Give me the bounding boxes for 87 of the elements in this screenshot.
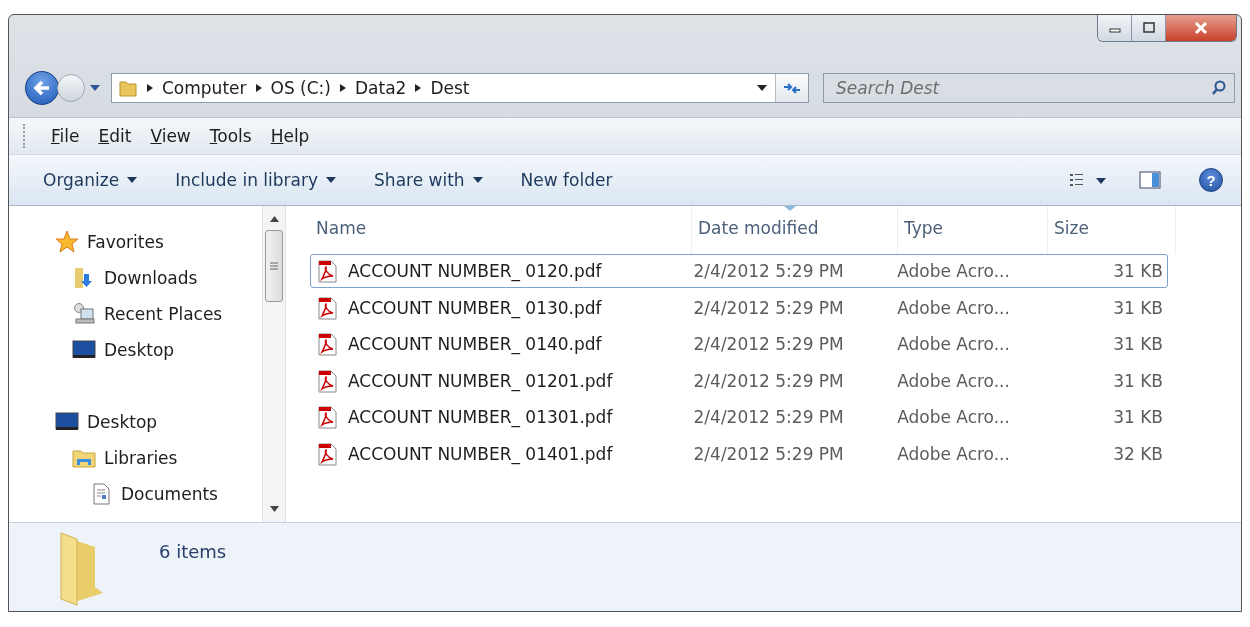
toolbar-button[interactable]: Organize <box>43 166 138 194</box>
file-row[interactable]: ACCOUNT NUMBER_ 0140.pdf 2/4/2012 5:29 PM Adobe Acro... 31 KB <box>310 327 1168 361</box>
breadcrumb[interactable]: OS (C:) <box>270 78 331 98</box>
column-header[interactable]: Date modified <box>692 206 898 254</box>
dropdown-caret-icon[interactable] <box>757 85 767 91</box>
navigation-item[interactable]: Favorites <box>87 232 164 252</box>
size-cell-text: 31 KB <box>1112 334 1164 354</box>
navigation-item[interactable]: Desktop <box>104 340 175 360</box>
type-cell-text: Adobe Acro... <box>896 261 1011 281</box>
maximize-button[interactable] <box>1132 15 1166 41</box>
back-button[interactable] <box>25 71 59 105</box>
refresh-icon[interactable] <box>775 74 808 102</box>
type-cell-text: Adobe Acro... <box>896 370 1011 391</box>
file-name: ACCOUNT NUMBER_ 0140.pdf <box>348 334 602 354</box>
menu-item[interactable]: File <box>51 126 80 146</box>
pdf-file-icon <box>316 259 338 283</box>
file-name: ACCOUNT NUMBER_ 01201.pdf <box>348 370 613 391</box>
recent-pages-caret-icon[interactable] <box>89 84 101 92</box>
type-cell-text: Adobe Acro... <box>896 297 1011 318</box>
breadcrumb-arrow-icon[interactable] <box>254 83 263 93</box>
scroll-down-arrow-icon[interactable] <box>269 506 279 512</box>
type-cell-text: Adobe Acro... <box>896 334 1011 354</box>
scrollbar[interactable] <box>262 206 285 522</box>
breadcrumb-arrow-icon[interactable] <box>414 83 423 93</box>
date-cell-text: 2/4/2012 5:29 PM <box>692 443 845 464</box>
navigation-item[interactable]: Documents <box>121 484 218 504</box>
pdf-file-icon <box>316 368 338 393</box>
menu-item[interactable]: Help <box>270 126 310 146</box>
search-icon[interactable] <box>1211 80 1227 96</box>
menu-item[interactable]: Tools <box>209 126 252 146</box>
help-button[interactable]: ? <box>1199 168 1223 192</box>
navigation-item[interactable]: Recent Places <box>104 304 223 324</box>
pdf-file-icon <box>316 441 338 466</box>
close-icon <box>1193 21 1209 35</box>
folder-icon <box>118 78 138 98</box>
size-cell-text: 31 KB <box>1112 297 1164 318</box>
file-row[interactable]: ACCOUNT NUMBER_ 01301.pdf 2/4/2012 5:29 PM Adobe Acro... 31 KB <box>310 400 1168 434</box>
file-row[interactable]: ACCOUNT NUMBER_ 01401.pdf 2/4/2012 5:29 PM Adobe Acro... 32 KB <box>310 436 1168 471</box>
pdf-file-icon <box>316 332 338 356</box>
address-bar[interactable]: Computer OS (C:) Data2 Dest <box>111 73 809 103</box>
file-name: ACCOUNT NUMBER_ 0120.pdf <box>348 261 602 281</box>
size-cell-text: 31 KB <box>1112 370 1164 391</box>
toolbar-button[interactable]: New folder <box>520 166 613 194</box>
breadcrumb-arrow-icon[interactable] <box>338 83 347 93</box>
preview-pane-icon[interactable] <box>1139 171 1161 189</box>
column-header[interactable]: Name <box>310 206 692 254</box>
type-cell-text: Adobe Acro... <box>896 443 1011 464</box>
pdf-file-icon <box>316 295 338 320</box>
column-header[interactable]: Size <box>1048 206 1176 254</box>
navigation-item[interactable]: Libraries <box>104 448 178 468</box>
date-cell-text: 2/4/2012 5:29 PM <box>692 370 845 391</box>
maximize-icon <box>1141 22 1156 34</box>
date-cell-text: 2/4/2012 5:29 PM <box>692 261 845 281</box>
navigation-item[interactable]: Desktop <box>87 412 158 432</box>
file-name: ACCOUNT NUMBER_ 0130.pdf <box>348 297 602 318</box>
pdf-file-icon <box>316 405 338 429</box>
breadcrumb[interactable]: Computer <box>162 78 247 98</box>
breadcrumb[interactable]: Data2 <box>354 78 407 98</box>
type-cell-text: Adobe Acro... <box>896 407 1011 427</box>
file-name: ACCOUNT NUMBER_ 01301.pdf <box>348 407 613 427</box>
close-button[interactable] <box>1166 15 1236 41</box>
breadcrumb[interactable]: Dest <box>430 78 470 98</box>
date-cell-text: 2/4/2012 5:29 PM <box>692 407 845 427</box>
search-field[interactable]: Search Dest <box>823 73 1235 103</box>
recent-places-icon <box>72 302 96 326</box>
minimize-button[interactable] <box>1098 15 1132 41</box>
file-row[interactable]: ACCOUNT NUMBER_ 01201.pdf 2/4/2012 5:29 PM Adobe Acro... 31 KB <box>310 363 1168 398</box>
size-cell-text: 31 KB <box>1112 407 1164 427</box>
date-cell-text: 2/4/2012 5:29 PM <box>692 297 845 318</box>
file-name: ACCOUNT NUMBER_ 01401.pdf <box>348 443 613 464</box>
file-row[interactable]: ACCOUNT NUMBER_ 0120.pdf 2/4/2012 5:29 PM Adobe Acro... 31 KB <box>310 254 1168 288</box>
breadcrumb-arrow-icon[interactable] <box>146 83 154 93</box>
star-icon <box>55 230 79 254</box>
scroll-up-arrow-icon[interactable] <box>269 216 279 222</box>
scrollbar-thumb[interactable] <box>265 230 283 302</box>
toolbar-button[interactable]: Share with <box>374 166 483 194</box>
date-cell-text: 2/4/2012 5:29 PM <box>692 334 845 354</box>
size-cell-text: 32 KB <box>1112 443 1164 464</box>
toolbar-button[interactable]: Include in library <box>175 166 337 194</box>
item-count: 6 items <box>159 541 227 562</box>
menu-item[interactable]: View <box>150 126 191 146</box>
size-cell-text: 31 KB <box>1112 261 1164 281</box>
column-header[interactable]: Type <box>898 206 1048 254</box>
view-options-icon[interactable] <box>1069 173 1107 187</box>
menu-item[interactable]: Edit <box>98 126 132 146</box>
navigation-item[interactable]: Downloads <box>104 268 198 288</box>
file-row[interactable]: ACCOUNT NUMBER_ 0130.pdf 2/4/2012 5:29 PM Adobe Acro... 31 KB <box>310 290 1168 325</box>
